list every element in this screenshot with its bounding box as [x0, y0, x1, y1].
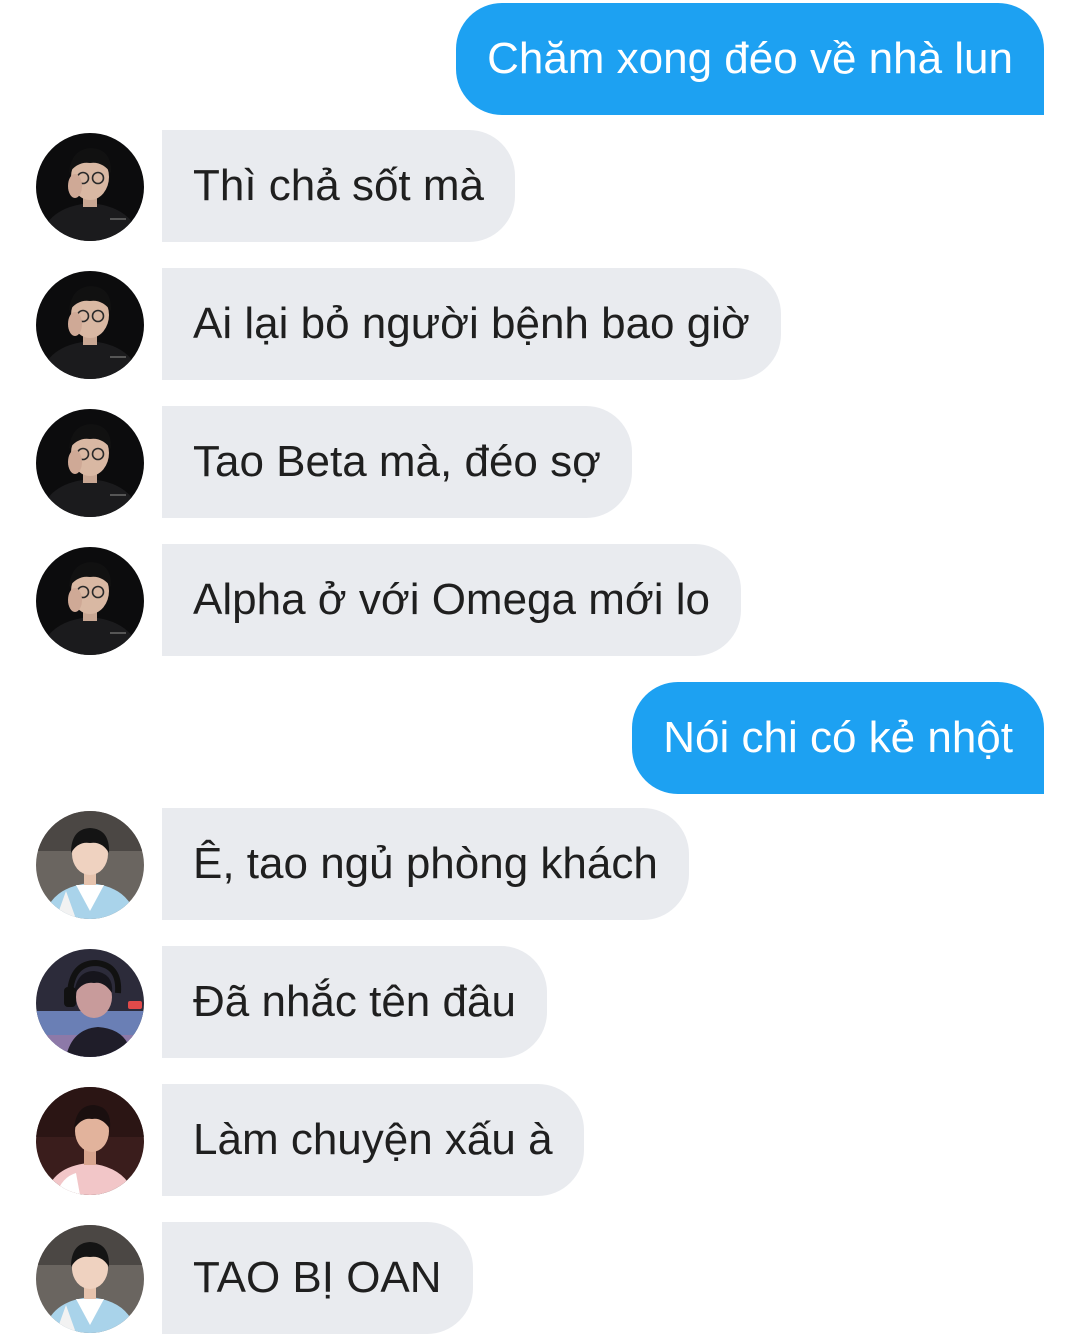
message-row: TAO BỊ OAN [0, 1222, 1080, 1334]
avatar-dark-glasses-icon[interactable] [36, 409, 144, 517]
avatar-dark-glasses-icon[interactable] [36, 271, 144, 379]
message-row: Nói chi có kẻ nhột [0, 682, 1080, 794]
message-row: Thì chả sốt mà [0, 130, 1080, 242]
message-row: Alpha ở với Omega mới lo [0, 544, 1080, 656]
message-text: Tao Beta mà, đéo sợ [193, 437, 601, 486]
incoming-message-bubble[interactable]: Tao Beta mà, đéo sợ [162, 406, 632, 518]
outgoing-message-bubble[interactable]: Chăm xong đéo về nhà lun [456, 3, 1044, 115]
incoming-message-bubble[interactable]: Đã nhắc tên đâu [162, 946, 547, 1058]
message-text: Ê, tao ngủ phòng khách [193, 839, 658, 888]
message-row: Đã nhắc tên đâu [0, 946, 1080, 1058]
avatar-pink-jacket-icon[interactable] [36, 1087, 144, 1195]
incoming-message-bubble[interactable]: Alpha ở với Omega mới lo [162, 544, 741, 656]
incoming-message-bubble[interactable]: Ai lại bỏ người bệnh bao giờ [162, 268, 781, 380]
message-text: Thì chả sốt mà [193, 161, 485, 210]
message-text: Đã nhắc tên đâu [193, 977, 516, 1026]
incoming-message-bubble[interactable]: Làm chuyện xấu à [162, 1084, 584, 1196]
message-row: Ai lại bỏ người bệnh bao giờ [0, 268, 1080, 380]
outgoing-message-bubble[interactable]: Nói chi có kẻ nhột [632, 682, 1044, 794]
message-row: Tao Beta mà, đéo sợ [0, 406, 1080, 518]
message-text: Ai lại bỏ người bệnh bao giờ [193, 299, 750, 348]
avatar-dark-glasses-icon[interactable] [36, 133, 144, 241]
message-text: Chăm xong đéo về nhà lun [487, 34, 1013, 83]
avatar-hanbok-icon[interactable] [36, 1225, 144, 1333]
avatar-dark-glasses-icon[interactable] [36, 547, 144, 655]
incoming-message-bubble[interactable]: TAO BỊ OAN [162, 1222, 473, 1334]
message-row: Làm chuyện xấu à [0, 1084, 1080, 1196]
message-row: Ê, tao ngủ phòng khách [0, 808, 1080, 920]
message-text: Nói chi có kẻ nhột [663, 713, 1013, 762]
incoming-message-bubble[interactable]: Ê, tao ngủ phòng khách [162, 808, 689, 920]
avatar-hanbok-icon[interactable] [36, 811, 144, 919]
message-row: Chăm xong đéo về nhà lun [0, 3, 1080, 115]
message-text: TAO BỊ OAN [193, 1253, 442, 1302]
incoming-message-bubble[interactable]: Thì chả sốt mà [162, 130, 516, 242]
message-text: Làm chuyện xấu à [193, 1115, 553, 1164]
avatar-headset-icon[interactable] [36, 949, 144, 1057]
message-text: Alpha ở với Omega mới lo [193, 575, 710, 624]
